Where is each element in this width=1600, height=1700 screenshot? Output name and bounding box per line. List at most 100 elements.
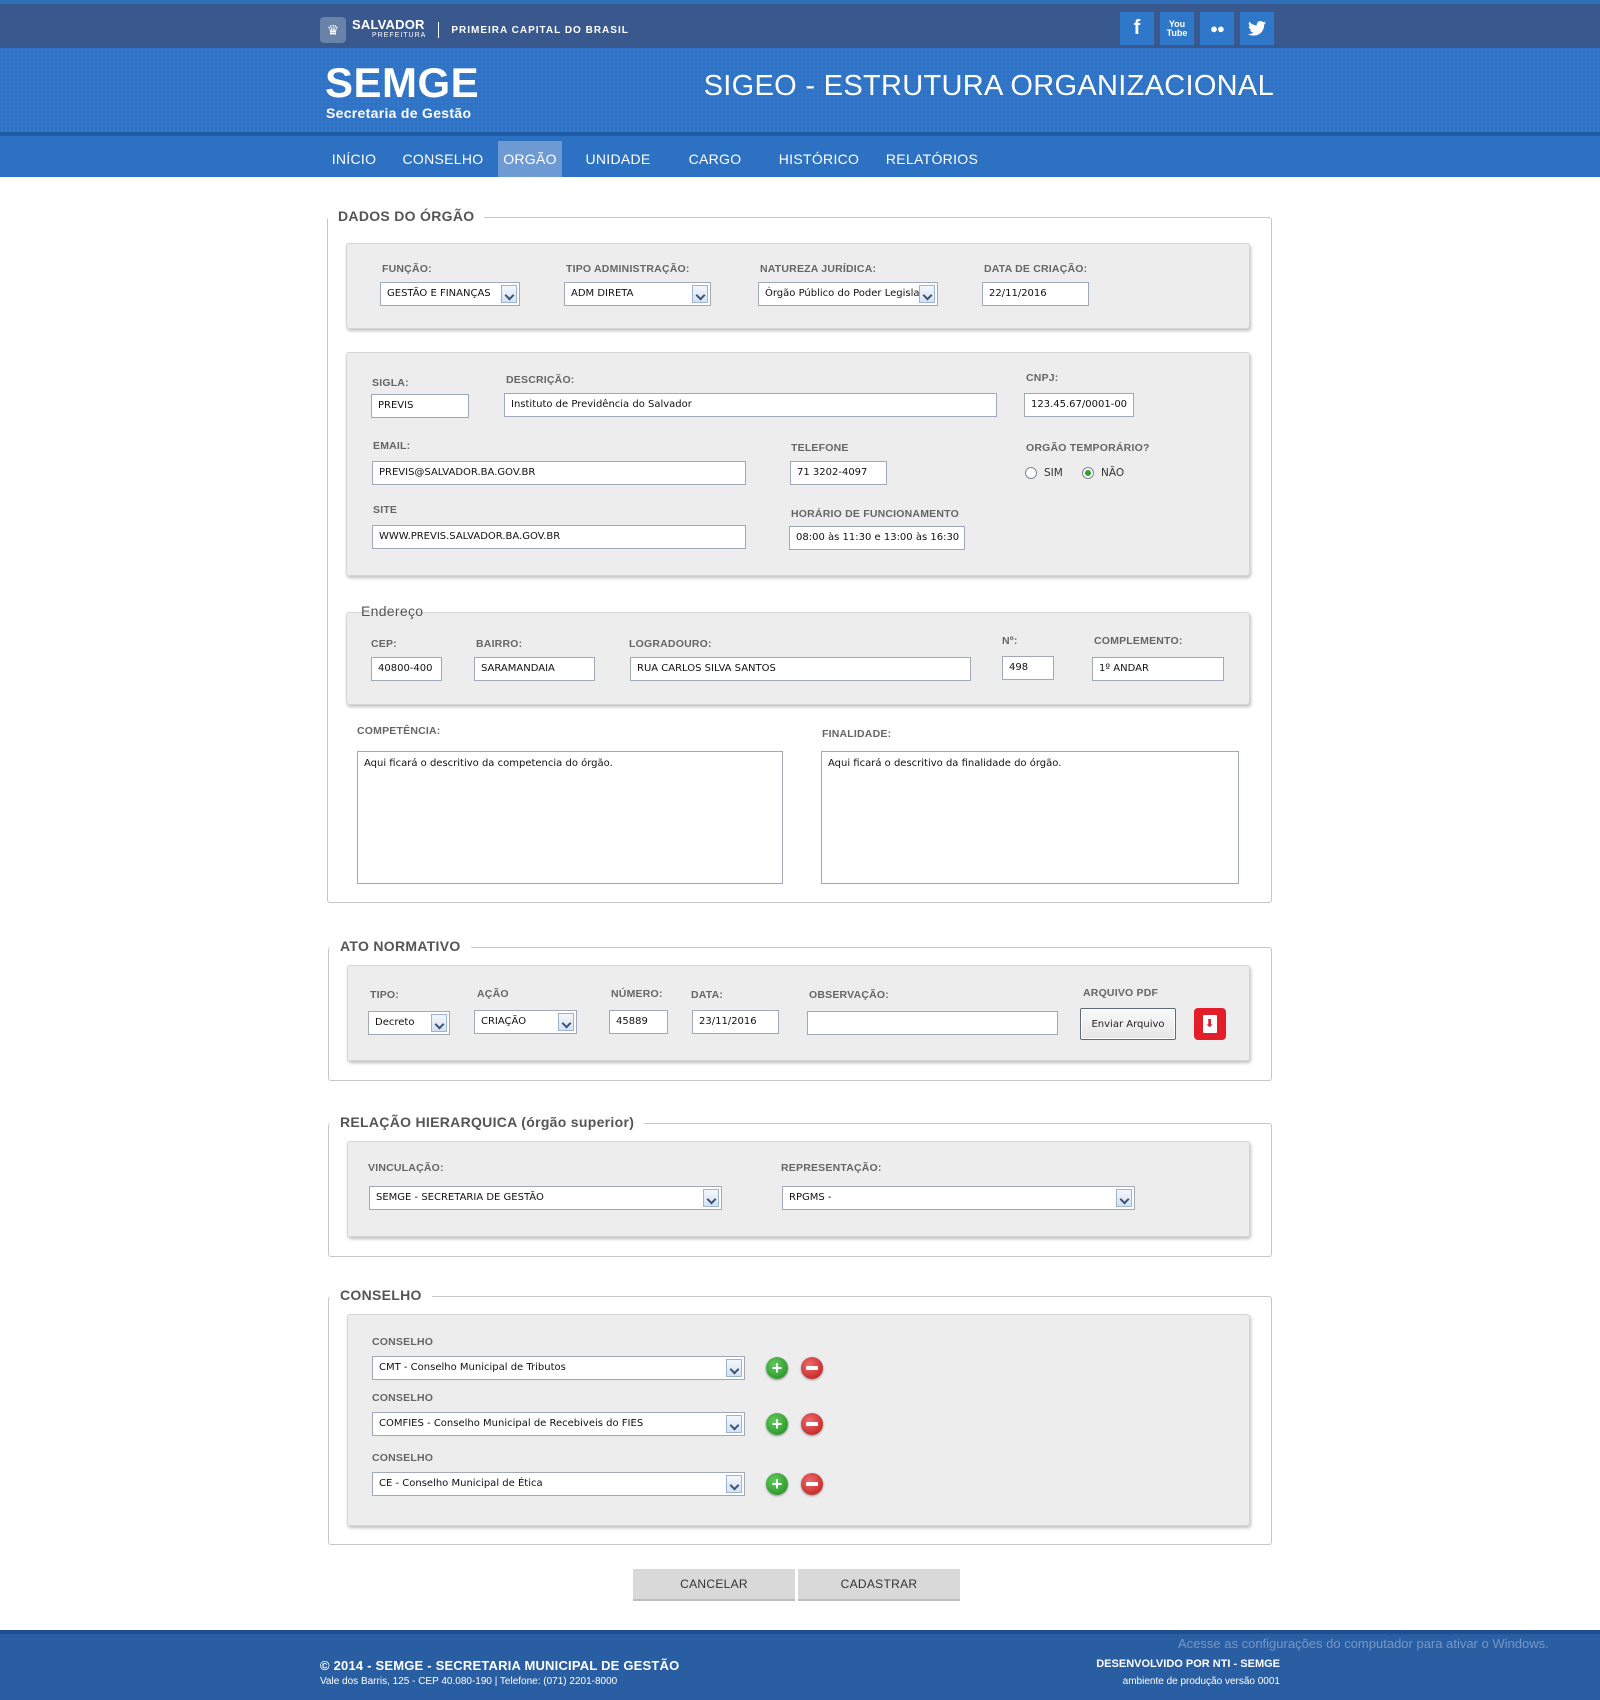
competencia-label: COMPETÊNCIA:	[357, 725, 441, 737]
footer-address: Vale dos Barris, 125 - CEP 40.080-190 | …	[320, 1676, 618, 1687]
nav-unidade[interactable]: UNIDADE	[580, 141, 656, 177]
vinculacao-select[interactable]: SEMGE - SECRETARIA DE GESTÃO	[369, 1186, 722, 1210]
funcao-label: FUNÇÃO:	[382, 263, 432, 275]
logradouro-input[interactable]: RUA CARLOS SILVA SANTOS	[630, 657, 971, 681]
add-conselho-button[interactable]: +	[766, 1473, 788, 1495]
tipo-admin-label: TIPO ADMINISTRAÇÃO:	[566, 263, 690, 275]
temporario-sim-radio[interactable]	[1025, 467, 1037, 479]
data-criacao-input[interactable]: 22/11/2016	[982, 282, 1089, 306]
numero-input[interactable]: 498	[1002, 656, 1054, 680]
representacao-label: REPRESENTAÇÃO:	[781, 1162, 882, 1174]
chevron-down-icon	[558, 1013, 574, 1031]
brand-title: SEMGE	[325, 59, 480, 106]
system-title: SIGEO - ESTRUTURA ORGANIZACIONAL	[703, 70, 1274, 102]
horario-label: HORÁRIO DE FUNCIONAMENTO	[791, 508, 959, 520]
acao-select[interactable]: CRIAÇÃO	[474, 1010, 577, 1034]
enviar-arquivo-button[interactable]: Enviar Arquivo	[1080, 1008, 1176, 1040]
funcao-select[interactable]: GESTÃO E FINANÇAS	[380, 282, 520, 306]
add-conselho-button[interactable]: +	[766, 1357, 788, 1379]
chevron-down-icon	[692, 285, 708, 303]
footer-environment: ambiente de produção versão 0001	[1122, 1676, 1280, 1687]
competencia-textarea[interactable]: Aqui ficará o descritivo da competencia …	[357, 751, 783, 884]
horario-input[interactable]: 08:00 às 11:30 e 13:00 às 16:30	[789, 526, 965, 550]
observacao-label: OBSERVAÇÃO:	[809, 989, 889, 1001]
conselho-select[interactable]: CE - Conselho Municipal de Ética	[372, 1472, 745, 1496]
main-nav: INÍCIO CONSELHO ORGÃO UNIDADE CARGO HIST…	[0, 132, 1600, 177]
chevron-down-icon	[431, 1014, 447, 1032]
sigla-input[interactable]: PREVIS	[371, 394, 469, 418]
email-label: EMAIL:	[373, 440, 411, 452]
pdf-download-icon[interactable]	[1194, 1008, 1226, 1040]
vinculacao-label: VINCULAÇÃO:	[368, 1162, 444, 1174]
representacao-select[interactable]: RPGMS -	[782, 1186, 1135, 1210]
chevron-down-icon	[726, 1415, 742, 1433]
chevron-down-icon	[726, 1359, 742, 1377]
brand-subtitle: Secretaria de Gestão	[326, 105, 472, 121]
temporario-label: ORGÃO TEMPORÁRIO?	[1026, 442, 1150, 454]
natureza-select[interactable]: Órgão Público do Poder Legisla	[758, 282, 938, 306]
descricao-input[interactable]: Instituto de Previdência do Salvador	[504, 393, 997, 417]
activation-watermark: Acesse as configurações do computador pa…	[1178, 1636, 1549, 1651]
telefone-input[interactable]: 71 3202-4097	[790, 461, 887, 485]
email-input[interactable]: PREVIS@SALVADOR.BA.GOV.BR	[372, 461, 746, 485]
complemento-input[interactable]: 1º ANDAR	[1092, 657, 1224, 681]
conselho-legend: CONSELHO	[330, 1287, 432, 1303]
nav-conselho[interactable]: CONSELHO	[398, 141, 488, 177]
site-input[interactable]: WWW.PREVIS.SALVADOR.BA.GOV.BR	[372, 525, 746, 549]
bairro-input[interactable]: SARAMANDAIA	[474, 657, 595, 681]
conselho-select[interactable]: CMT - Conselho Municipal de Tributos	[372, 1356, 745, 1380]
cep-label: CEP:	[371, 638, 397, 650]
conselho-item-label: CONSELHO	[372, 1336, 434, 1348]
bairro-label: BAIRRO:	[476, 638, 523, 650]
conselho-select[interactable]: COMFIES - Conselho Municipal de Recebive…	[372, 1412, 745, 1436]
add-conselho-button[interactable]: +	[766, 1413, 788, 1435]
descricao-label: DESCRIÇÃO:	[506, 374, 575, 386]
acao-label: AÇÃO	[477, 988, 509, 1000]
temporario-nao-radio[interactable]	[1082, 467, 1094, 479]
data-criacao-label: DATA DE CRIAÇÃO:	[984, 263, 1088, 275]
remove-conselho-button[interactable]	[801, 1413, 823, 1435]
tipo-admin-select[interactable]: ADM DIRETA	[564, 282, 711, 306]
numero-ato-input[interactable]: 45889	[609, 1010, 668, 1034]
remove-conselho-button[interactable]	[801, 1473, 823, 1495]
facebook-icon[interactable]: f	[1120, 12, 1154, 45]
minus-icon	[806, 1422, 818, 1426]
dados-orgao-legend: DADOS DO ÓRGÃO	[328, 208, 485, 224]
cancel-button[interactable]: CANCELAR	[633, 1569, 795, 1601]
salvador-logo[interactable]: ♛ SALVADOR PREFEITURA PRIMEIRA CAPITAL D…	[320, 17, 629, 43]
chevron-down-icon	[1116, 1189, 1132, 1207]
nav-historico[interactable]: HISTÓRICO	[772, 141, 866, 177]
data-ato-input[interactable]: 23/11/2016	[692, 1010, 779, 1034]
cep-input[interactable]: 40800-400	[371, 657, 442, 681]
nav-orgao[interactable]: ORGÃO	[498, 141, 562, 177]
tipo-label: TIPO:	[370, 989, 399, 1001]
natureza-label: NATUREZA JURÍDICA:	[760, 263, 877, 275]
minus-icon	[806, 1482, 818, 1486]
chevron-down-icon	[919, 285, 935, 303]
salvador-crest-icon: ♛	[320, 17, 346, 43]
remove-conselho-button[interactable]	[801, 1357, 823, 1379]
top-bar: ♛ SALVADOR PREFEITURA PRIMEIRA CAPITAL D…	[0, 0, 1600, 48]
footer: Acesse as configurações do computador pa…	[0, 1630, 1600, 1700]
submit-button[interactable]: CADASTRAR	[798, 1569, 960, 1601]
nav-inicio[interactable]: INÍCIO	[324, 141, 384, 177]
logo-name: SALVADOR	[352, 17, 425, 32]
cnpj-input[interactable]: 123.45.67/0001-00	[1024, 393, 1134, 417]
header-banner: SEMGE Secretaria de Gestão SIGEO - ESTRU…	[0, 48, 1600, 132]
nav-cargo[interactable]: CARGO	[680, 141, 750, 177]
tipo-select[interactable]: Decreto	[368, 1011, 450, 1035]
nav-relatorios[interactable]: RELATÓRIOS	[880, 141, 984, 177]
ato-normativo-legend: ATO NORMATIVO	[330, 938, 471, 954]
finalidade-textarea[interactable]: Aqui ficará o descritivo da finalidade d…	[821, 751, 1239, 884]
numero-ato-label: NÚMERO:	[611, 988, 663, 1000]
twitter-icon[interactable]	[1240, 12, 1274, 45]
temporario-sim-label: SIM	[1044, 467, 1063, 479]
telefone-label: TELEFONE	[791, 442, 849, 454]
youtube-icon[interactable]: You Tube	[1160, 12, 1194, 45]
flickr-icon[interactable]: ●●	[1200, 12, 1234, 45]
arquivo-pdf-label: ARQUIVO PDF	[1083, 987, 1159, 999]
complemento-label: COMPLEMENTO:	[1094, 635, 1183, 647]
numero-label: Nº:	[1002, 635, 1018, 647]
observacao-input[interactable]	[807, 1011, 1058, 1035]
chevron-down-icon	[703, 1189, 719, 1207]
